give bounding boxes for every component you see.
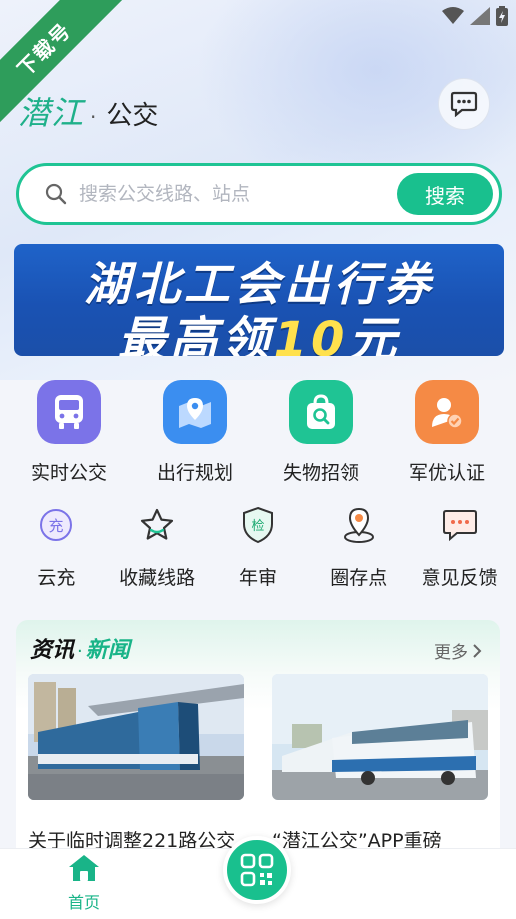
location-icon bbox=[339, 505, 379, 545]
search-icon bbox=[45, 183, 67, 205]
search-button[interactable]: 搜索 bbox=[397, 173, 493, 215]
bus-icon bbox=[37, 380, 101, 444]
service-feedback[interactable]: 意见反馈 bbox=[410, 505, 510, 595]
service-military-cert[interactable]: 军优认证 bbox=[387, 380, 507, 490]
tab-home[interactable]: 首页 bbox=[44, 853, 124, 913]
service-trip-planning[interactable]: 出行规划 bbox=[135, 380, 255, 490]
service-realtime-bus[interactable]: 实时公交 bbox=[9, 380, 129, 490]
home-icon bbox=[69, 855, 99, 881]
star-icon bbox=[137, 505, 177, 545]
service-label: 失物招领 bbox=[282, 462, 359, 484]
news-heading-1: 资讯 bbox=[30, 638, 75, 663]
service-label: 年审 bbox=[238, 567, 277, 589]
feedback-icon bbox=[440, 505, 480, 545]
service-label: 圈存点 bbox=[330, 567, 388, 589]
service-label: 实时公交 bbox=[30, 462, 107, 484]
scan-button[interactable] bbox=[223, 836, 291, 904]
news-heading: 资讯 · 新闻 bbox=[30, 632, 130, 664]
promo-banner[interactable]: 湖北工会出行券 最高领10元 bbox=[14, 244, 504, 356]
app-name: 公交 bbox=[106, 101, 159, 131]
map-pin-icon bbox=[163, 380, 227, 444]
service-label: 意见反馈 bbox=[421, 567, 498, 589]
more-label: 更多 bbox=[434, 643, 468, 663]
soldier-badge-icon bbox=[415, 380, 479, 444]
bag-search-icon bbox=[289, 380, 353, 444]
battery-icon bbox=[496, 6, 508, 26]
news-image-1[interactable] bbox=[28, 674, 244, 800]
banner-line-2: 最高领10元 bbox=[14, 300, 504, 356]
svg-text:检: 检 bbox=[251, 519, 264, 534]
news-heading-2: 新闻 bbox=[85, 638, 130, 663]
chat-dots-icon bbox=[450, 91, 478, 117]
service-annual-review[interactable]: 检 年审 bbox=[208, 505, 308, 595]
service-loading-points[interactable]: 圈存点 bbox=[309, 505, 409, 595]
banner-amount: 10 bbox=[273, 312, 349, 356]
service-label: 军优认证 bbox=[408, 462, 485, 484]
message-button[interactable] bbox=[438, 78, 490, 130]
news-more-link[interactable]: 更多 bbox=[434, 638, 482, 663]
tab-home-label: 首页 bbox=[67, 893, 100, 912]
wifi-icon bbox=[442, 7, 464, 24]
app-title: 潜江 · 公交 bbox=[18, 88, 158, 134]
search-bar: 搜索 bbox=[16, 163, 502, 225]
shield-check-icon: 检 bbox=[238, 505, 278, 545]
news-heading-sep: · bbox=[77, 641, 83, 662]
chevron-right-icon bbox=[473, 643, 482, 658]
status-bar bbox=[442, 6, 508, 26]
news-image-2[interactable] bbox=[272, 674, 488, 800]
app-logo-dot: · bbox=[90, 105, 97, 129]
recharge-icon: 充 bbox=[36, 505, 76, 545]
app-logo-text: 潜江 bbox=[18, 94, 85, 132]
service-label: 出行规划 bbox=[156, 462, 233, 484]
qr-scan-icon bbox=[240, 853, 274, 887]
signal-icon bbox=[470, 7, 490, 25]
service-label: 云充 bbox=[37, 567, 76, 589]
svg-text:充: 充 bbox=[49, 517, 64, 535]
service-cloud-recharge[interactable]: 充 云充 bbox=[6, 505, 106, 595]
sub-services: 充 云充 收藏线路 检 年审 圈存点 意见反馈 bbox=[0, 505, 516, 595]
banner-line-2-prefix: 最高领 bbox=[117, 312, 274, 356]
main-services: 实时公交 出行规划 失物招领 军优认证 bbox=[0, 380, 516, 490]
service-lost-found[interactable]: 失物招领 bbox=[261, 380, 381, 490]
service-favorite-routes[interactable]: 收藏线路 bbox=[107, 505, 207, 595]
service-label: 收藏线路 bbox=[119, 567, 196, 589]
banner-line-2-suffix: 元 bbox=[348, 312, 401, 356]
